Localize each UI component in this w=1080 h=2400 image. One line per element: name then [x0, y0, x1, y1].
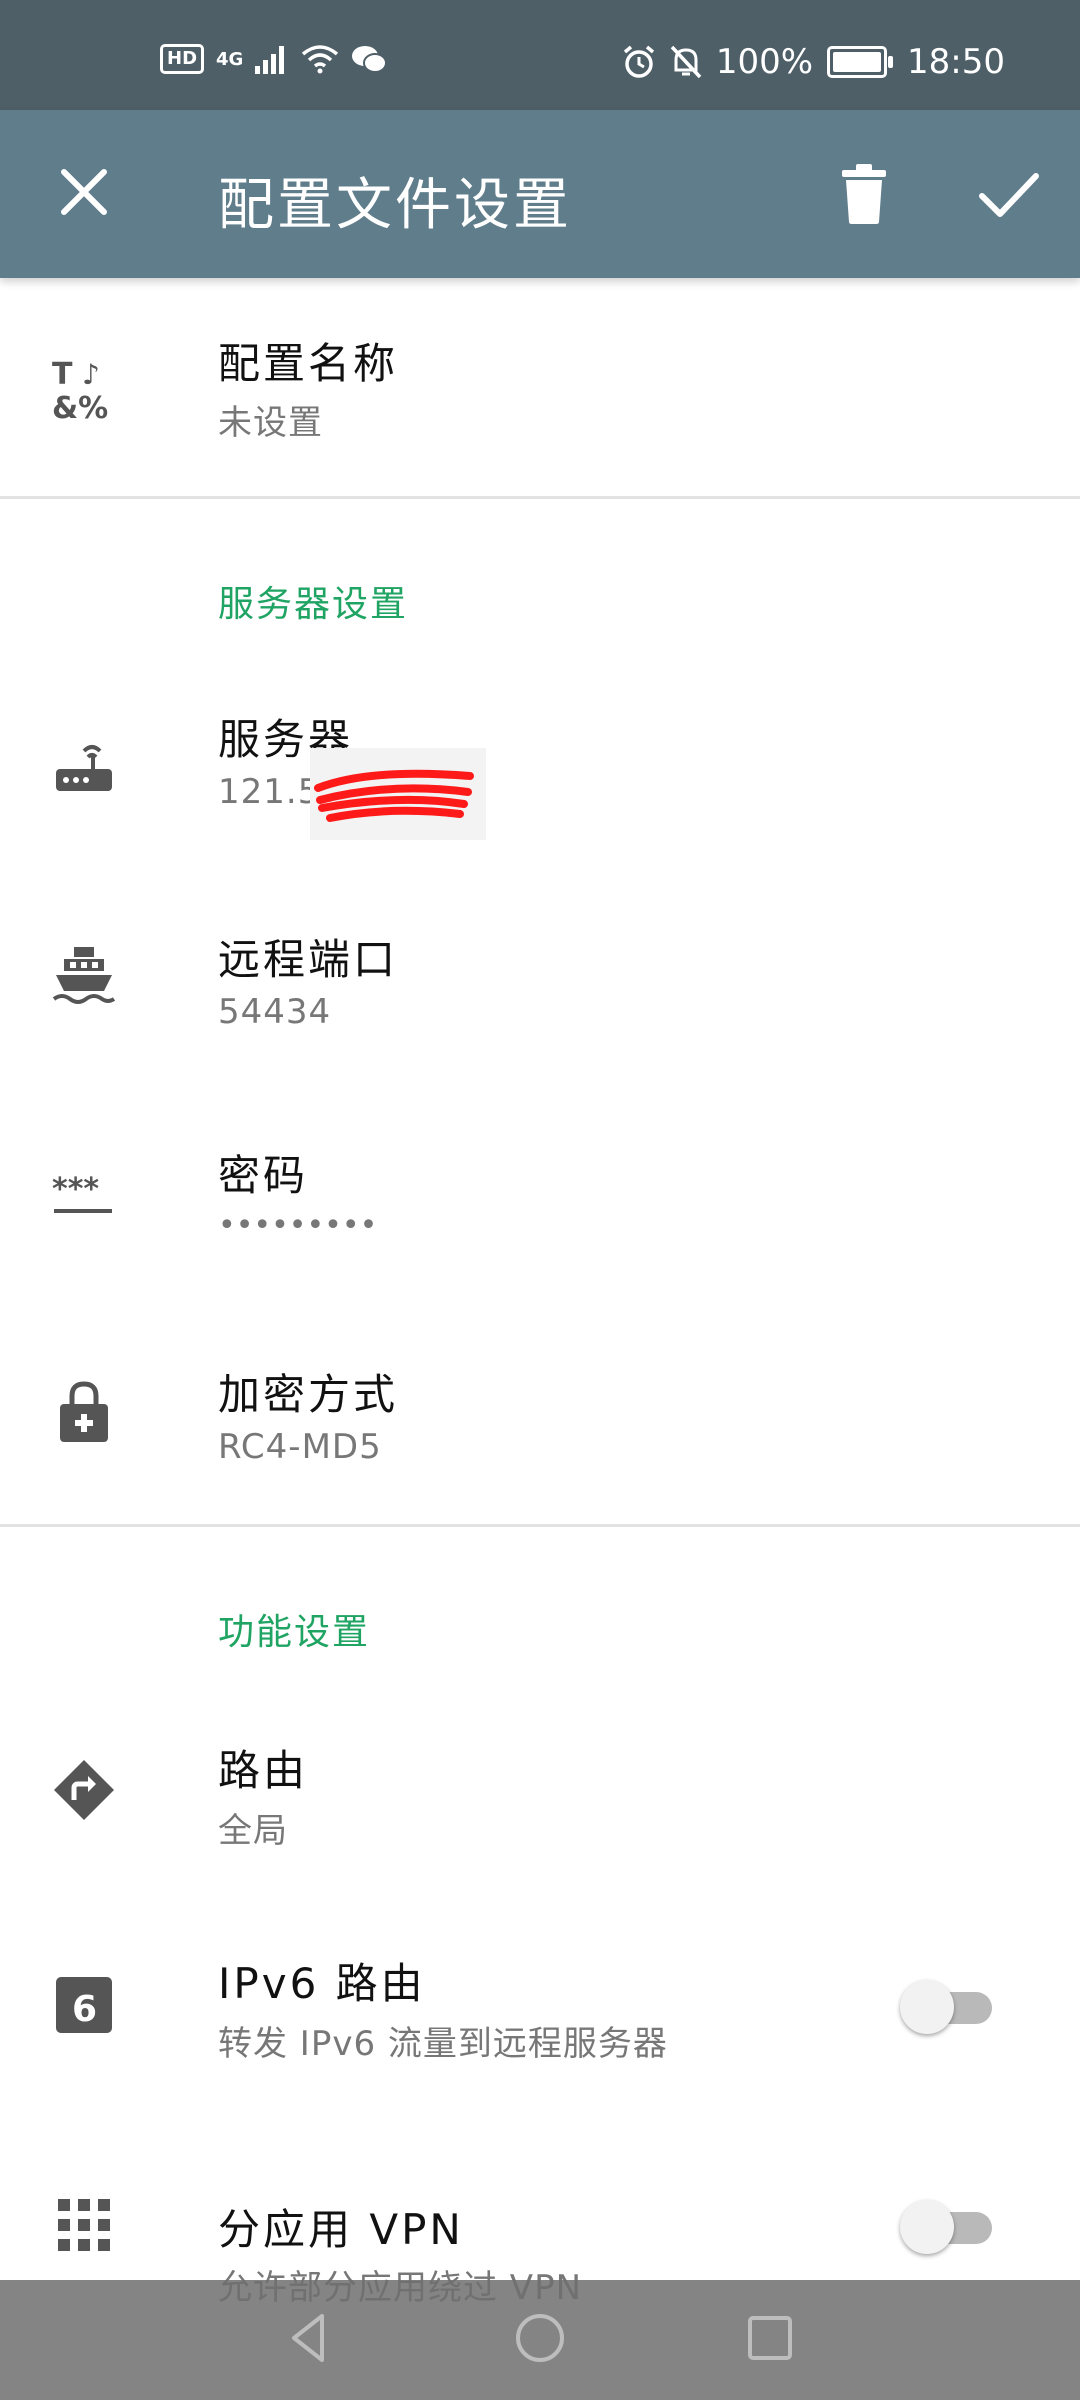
remote-port-row[interactable]: 远程端口 54434: [0, 870, 1080, 1080]
check-icon[interactable]: [974, 160, 1042, 228]
ipv6-icon: 6: [56, 1977, 112, 2033]
route-row[interactable]: 路由 全局: [0, 1685, 1080, 1895]
svg-text:6: 6: [72, 1989, 97, 2030]
password-label: 密码: [218, 1151, 309, 1200]
recents-icon[interactable]: [740, 2308, 800, 2368]
trash-icon[interactable]: [836, 162, 892, 226]
clock: 18:50: [907, 42, 1005, 82]
divider: [0, 496, 1080, 499]
status-left: HD 4G: [160, 44, 388, 74]
ipv6-route-row[interactable]: 6 IPv6 路由 转发 IPv6 流量到远程服务器: [0, 1900, 1080, 2110]
ipv6-route-desc: 转发 IPv6 流量到远程服务器: [218, 2024, 668, 2064]
route-value: 全局: [218, 1811, 288, 1851]
password-value: •••••••••: [218, 1208, 378, 1243]
route-label: 路由: [218, 1746, 309, 1795]
close-icon[interactable]: [52, 160, 116, 224]
app-bar: 配置文件设置: [0, 110, 1080, 278]
profile-name-row[interactable]: T ♪ &% 配置名称 未设置: [0, 280, 1080, 495]
password-icon: ***: [52, 1172, 112, 1213]
signal-icon: [255, 46, 285, 74]
router-icon: [56, 745, 112, 791]
network-type: 4G: [216, 48, 244, 70]
encryption-row[interactable]: 加密方式 RC4-MD5: [0, 1305, 1080, 1515]
redaction-scribble: [310, 748, 486, 840]
remote-port-value: 54434: [218, 992, 332, 1032]
svg-text:***: ***: [52, 1172, 99, 1207]
encryption-value: RC4-MD5: [218, 1427, 382, 1467]
battery-icon: [827, 46, 894, 78]
encryption-label: 加密方式: [218, 1370, 399, 1419]
route-icon: [54, 1760, 114, 1820]
profile-name-label: 配置名称: [218, 339, 399, 388]
svg-text:♪: ♪: [82, 358, 100, 391]
password-row[interactable]: *** 密码 •••••••••: [0, 1090, 1080, 1300]
status-right: 100% 18:50: [622, 42, 1005, 82]
wifi-icon: [302, 45, 339, 74]
toggle-thumb: [900, 1980, 954, 2034]
text-format-icon: T ♪ &%: [52, 357, 108, 422]
mute-bell-icon: [670, 45, 702, 79]
per-app-vpn-label: 分应用 VPN: [218, 2205, 464, 2254]
section-header-server: 服务器设置: [218, 584, 409, 625]
remote-port-label: 远程端口: [218, 935, 399, 984]
toggle-thumb: [900, 2200, 954, 2254]
divider: [0, 1524, 1080, 1527]
alarm-icon: [623, 45, 654, 78]
wechat-icon: [352, 46, 388, 73]
profile-name-value: 未设置: [218, 403, 323, 443]
page-title: 配置文件设置: [218, 173, 572, 238]
battery-percent: 100%: [715, 42, 814, 82]
navigation-bar: [0, 2280, 1080, 2400]
status-bar: HD 4G 100% 18:50: [0, 0, 1080, 110]
lock-icon: [60, 1381, 108, 1442]
server-row[interactable]: 服务器 121.5: [0, 660, 1080, 870]
per-app-vpn-toggle[interactable]: [900, 2196, 1000, 2256]
home-icon[interactable]: [510, 2308, 570, 2368]
ship-icon: [52, 947, 116, 1004]
apps-grid-icon: [58, 2199, 110, 2251]
back-icon[interactable]: [280, 2308, 340, 2368]
hd-badge: HD: [160, 44, 205, 74]
svg-text:T: T: [52, 357, 73, 392]
section-header-features: 功能设置: [218, 1612, 371, 1653]
svg-text:&%: &%: [52, 391, 108, 422]
server-value: 121.5: [218, 772, 321, 812]
ipv6-route-toggle[interactable]: [900, 1976, 1000, 2036]
ipv6-route-label: IPv6 路由: [218, 1959, 426, 2008]
